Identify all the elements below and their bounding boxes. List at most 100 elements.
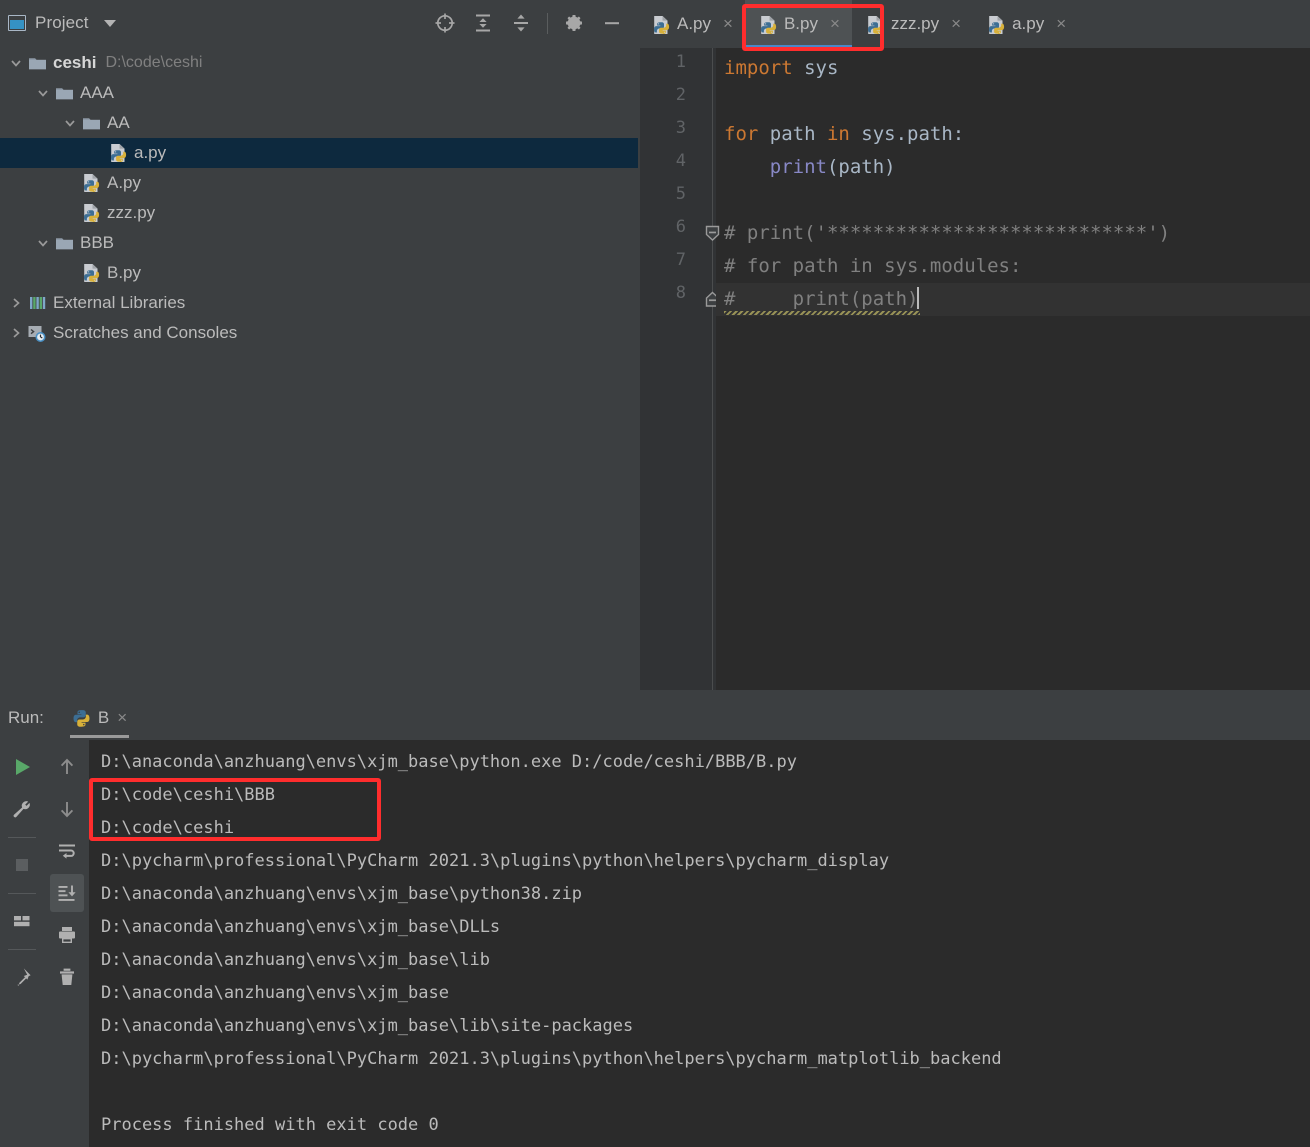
- expand-all-icon[interactable]: [471, 11, 495, 35]
- python-icon: [72, 709, 90, 728]
- tree-folder-row[interactable]: AAA: [0, 78, 638, 108]
- wrench-icon[interactable]: [5, 790, 39, 828]
- close-icon[interactable]: ×: [1056, 14, 1066, 34]
- gear-icon[interactable]: [562, 11, 586, 35]
- run-tab-b[interactable]: B ×: [62, 696, 137, 740]
- console-line: D:\pycharm\professional\PyCharm 2021.3\p…: [101, 851, 890, 871]
- down-arrow-icon[interactable]: [50, 790, 84, 828]
- project-window-icon: [8, 15, 26, 31]
- pin-icon[interactable]: [5, 958, 39, 996]
- line-number: 8: [675, 283, 686, 303]
- editor-tab-a-py[interactable]: a.py ×: [973, 0, 1078, 48]
- project-panel-header: Project: [0, 0, 638, 46]
- text-caret: [917, 287, 920, 309]
- toolbar-divider: [8, 949, 36, 950]
- chevron-right-icon[interactable]: [8, 295, 24, 311]
- collapse-all-icon[interactable]: [509, 11, 533, 35]
- code-line[interactable]: import sys: [724, 52, 838, 85]
- tree-file-row[interactable]: B.py: [0, 258, 638, 288]
- chevron-down-icon[interactable]: [35, 235, 51, 251]
- code-token: print: [769, 156, 827, 178]
- code-token: path: [758, 123, 827, 145]
- line-number: 3: [675, 118, 686, 138]
- chevron-down-icon[interactable]: [62, 115, 78, 131]
- tree-folder-row[interactable]: AA: [0, 108, 638, 138]
- chevron-down-icon[interactable]: [8, 55, 24, 71]
- run-body: D:\anaconda\anzhuang\envs\xjm_base\pytho…: [0, 740, 1310, 1147]
- console-line: D:\pycharm\professional\PyCharm 2021.3\p…: [101, 1049, 1002, 1069]
- code-content[interactable]: import sys for path in sys.path: print(pa…: [716, 48, 1310, 696]
- editor-area: A.py × B.py × zzz.py × a.py × 1 2 3 4 5 6 7 8 import s…: [638, 0, 1310, 696]
- run-icon[interactable]: [5, 748, 39, 786]
- editor-tab-label: a.py: [1012, 14, 1045, 33]
- code-line[interactable]: # print('****************************'): [724, 217, 1170, 250]
- code-token: # print('****************************'): [724, 222, 1171, 244]
- stop-icon[interactable]: [5, 846, 39, 884]
- console-line: D:\anaconda\anzhuang\envs\xjm_base\lib: [101, 950, 490, 970]
- python-icon: [81, 173, 101, 193]
- fold-rail: [712, 48, 713, 696]
- chevron-down-icon[interactable]: [35, 85, 51, 101]
- locate-target-icon[interactable]: [433, 11, 457, 35]
- code-line[interactable]: for path in sys.path:: [724, 118, 964, 151]
- tree-file-row[interactable]: Scratches and Consoles: [0, 318, 638, 348]
- project-tool-window: Project ceshi D:\code\ceshi AAA AA a.py …: [0, 0, 638, 696]
- close-icon[interactable]: ×: [723, 14, 733, 34]
- tree-node-label: a.py: [134, 143, 167, 162]
- tree-file-row[interactable]: zzz.py: [0, 198, 638, 228]
- code-token: for: [724, 123, 759, 145]
- line-number: 2: [675, 85, 686, 105]
- editor-tab-A-py[interactable]: A.py ×: [638, 0, 745, 48]
- scroll-to-end-icon[interactable]: [49, 874, 84, 912]
- tree-node-path: D:\code\ceshi: [105, 54, 203, 71]
- close-icon[interactable]: ×: [951, 14, 961, 34]
- trash-icon[interactable]: [50, 958, 84, 996]
- python-file-icon: [759, 15, 777, 34]
- chevron-right-icon[interactable]: [8, 325, 24, 341]
- line-number: 6: [675, 217, 686, 237]
- tree-folder-row[interactable]: ceshi D:\code\ceshi: [0, 48, 638, 78]
- toolbar-divider: [8, 837, 36, 838]
- python-icon: [81, 263, 101, 283]
- console-output[interactable]: D:\anaconda\anzhuang\envs\xjm_base\pytho…: [89, 740, 1310, 1147]
- vertical-splitter[interactable]: [638, 0, 640, 690]
- code-line[interactable]: print(path): [724, 151, 896, 184]
- tree-node-label: AA: [107, 113, 130, 132]
- toolbar-divider: [547, 12, 548, 34]
- tree-node-label: ceshi: [53, 53, 97, 72]
- tree-folder-row[interactable]: BBB: [0, 228, 638, 258]
- tree-node-label: BBB: [80, 233, 115, 252]
- chevron-down-icon[interactable]: [103, 19, 116, 27]
- tree-node-label: Scratches and Consoles: [53, 323, 238, 342]
- up-arrow-icon[interactable]: [50, 748, 84, 786]
- print-icon[interactable]: [50, 916, 84, 954]
- tree-file-row[interactable]: A.py: [0, 168, 638, 198]
- code-editor[interactable]: 1 2 3 4 5 6 7 8 import sys for path in sys.path:…: [638, 48, 1310, 696]
- project-panel-toolbar: [433, 11, 628, 35]
- editor-tab-zzz-py[interactable]: zzz.py ×: [852, 0, 973, 48]
- tree-node-label: B.py: [107, 263, 142, 282]
- line-number: 5: [675, 184, 686, 204]
- project-tree: ceshi D:\code\ceshi AAA AA a.py A.py zzz.py BBB…: [0, 46, 638, 348]
- toolbar-divider: [8, 893, 36, 894]
- run-right-toolbar: [44, 740, 89, 1147]
- project-title-group[interactable]: Project: [8, 13, 116, 33]
- soft-wrap-icon[interactable]: [50, 832, 84, 870]
- tree-file-row[interactable]: External Libraries: [0, 288, 638, 318]
- editor-tab-label: A.py: [677, 14, 712, 33]
- restore-layout-icon[interactable]: [5, 902, 39, 940]
- folder-icon: [54, 83, 74, 103]
- code-line[interactable]: # for path in sys.modules:: [724, 250, 1021, 283]
- tree-node-label: zzz.py: [107, 203, 156, 222]
- code-token: in: [826, 123, 850, 145]
- editor-tab-B-py[interactable]: B.py ×: [744, 0, 852, 48]
- console-horizontal-scrollbar[interactable]: [89, 1143, 1299, 1147]
- close-icon[interactable]: ×: [117, 708, 127, 728]
- minimize-icon[interactable]: [600, 11, 624, 35]
- close-icon[interactable]: ×: [830, 14, 840, 34]
- python-icon: [108, 143, 128, 163]
- editor-gutter[interactable]: 1 2 3 4 5 6 7 8: [638, 48, 720, 696]
- tree-file-row[interactable]: a.py: [0, 138, 638, 168]
